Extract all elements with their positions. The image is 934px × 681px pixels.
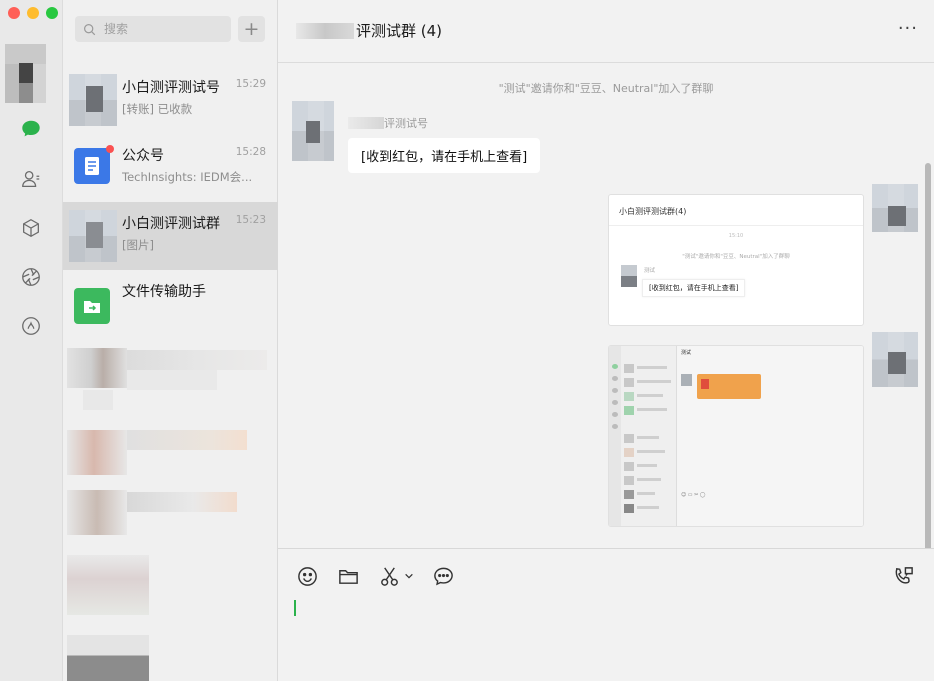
my-message-avatar[interactable] <box>872 184 918 232</box>
moments-aperture-icon[interactable] <box>19 265 43 289</box>
contacts-icon[interactable] <box>19 167 43 191</box>
chat-history-icon[interactable] <box>430 563 456 589</box>
image-time: 15:10 <box>728 233 744 239</box>
image-system: "测试"邀请你和"豆豆、Neutral"加入了群聊 <box>682 254 790 260</box>
conversation-preview: [图片] <box>122 238 154 252</box>
conversation-item[interactable]: 文件传输助手 <box>63 270 278 338</box>
image-bubble: [收到红包，请在手机上查看] <box>642 279 746 297</box>
zoom-window-button[interactable] <box>46 7 58 19</box>
minimize-window-button[interactable] <box>27 7 39 19</box>
chat-title-text: 评测试群 (4) <box>356 22 443 40</box>
wechat-window: + 小白测评测试号 15:29 [转账] 已收款 公众号 15:28 TechI… <box>0 0 934 681</box>
folder-icon[interactable] <box>335 563 361 589</box>
message-input[interactable] <box>294 599 914 669</box>
blurred-conversation[interactable] <box>63 490 278 550</box>
image-message-screenshot[interactable]: 测试 ☺ ▭ ✂ ◯ <box>608 345 864 527</box>
close-window-button[interactable] <box>8 7 20 19</box>
conversation-name: 文件传输助手 <box>122 284 206 300</box>
image-sender: 测试 <box>644 268 656 274</box>
image-header: 测试 <box>681 350 692 356</box>
conversation-name: 小白测评测试号 <box>122 80 220 96</box>
my-message-avatar[interactable] <box>872 332 918 387</box>
avatar <box>69 210 117 262</box>
more-options-button[interactable]: ··· <box>898 18 918 39</box>
blurred-conversation[interactable] <box>63 348 278 410</box>
search-box[interactable] <box>75 16 231 42</box>
voice-call-icon[interactable] <box>890 563 916 589</box>
sender-avatar[interactable] <box>292 101 334 161</box>
conversation-time: 15:29 <box>235 78 266 90</box>
blurred-conversation[interactable] <box>63 555 278 615</box>
conversation-name: 小白测评测试群 <box>122 216 220 232</box>
blurred-conversation[interactable] <box>63 635 278 681</box>
unread-dot <box>106 145 114 153</box>
channels-icon[interactable] <box>19 314 43 338</box>
conversation-time: 15:28 <box>235 146 266 158</box>
chat-panel: 评测试群 (4) ··· "测试"邀请你和"豆豆、Neutral"加入了群聊 评… <box>278 0 934 681</box>
search-icon <box>84 23 96 35</box>
sender-name-text: 评测试号 <box>384 117 428 130</box>
my-avatar[interactable] <box>5 44 46 103</box>
conversation-time: 15:23 <box>235 214 266 226</box>
sender-name: 评测试号 <box>348 115 428 131</box>
blurred-conversation[interactable] <box>63 410 278 475</box>
official-accounts-icon <box>74 145 114 184</box>
conversation-name: 公众号 <box>122 148 164 164</box>
conversation-item[interactable]: 公众号 15:28 TechInsights: IEDM会... <box>63 134 278 202</box>
image-footer-icons: ☺ ▭ ✂ ◯ <box>681 492 706 498</box>
file-transfer-icon <box>74 288 110 324</box>
chat-title: 评测试群 (4) <box>296 20 442 41</box>
favorites-box-icon[interactable] <box>19 216 43 240</box>
conversation-preview: TechInsights: IEDM会... <box>122 170 253 184</box>
image-title: 小白测评测试群(4) <box>619 207 687 216</box>
search-input[interactable] <box>104 22 214 36</box>
system-message: "测试"邀请你和"豆豆、Neutral"加入了群聊 <box>498 82 714 95</box>
chat-header: 评测试群 (4) ··· <box>278 0 934 63</box>
message-bubble[interactable]: [收到红包，请在手机上查看] <box>348 138 541 173</box>
image-message-screenshot[interactable]: 小白测评测试群(4) 15:10 "测试"邀请你和"豆豆、Neutral"加入了… <box>608 194 864 326</box>
conversation-list-panel: + 小白测评测试号 15:29 [转账] 已收款 公众号 15:28 TechI… <box>63 0 278 681</box>
emoji-icon[interactable] <box>294 563 320 589</box>
conversation-item[interactable]: 小白测评测试群 15:23 [图片] <box>63 202 278 270</box>
scissors-screenshot-icon[interactable] <box>376 563 402 589</box>
message-area: "测试"邀请你和"豆豆、Neutral"加入了群聊 评测试号 [收到红包，请在手… <box>278 63 934 609</box>
avatar <box>69 74 117 126</box>
window-controls <box>8 7 58 19</box>
conversation-preview: [转账] 已收款 <box>122 102 193 116</box>
chat-icon[interactable] <box>19 117 43 141</box>
compose-area <box>278 548 934 681</box>
conversation-item[interactable]: 小白测评测试号 15:29 [转账] 已收款 <box>63 66 278 134</box>
message-scrollbar[interactable] <box>925 163 931 609</box>
sidebar-rail <box>0 0 63 681</box>
chevron-down-icon[interactable] <box>402 563 416 589</box>
add-chat-button[interactable]: + <box>238 16 265 42</box>
